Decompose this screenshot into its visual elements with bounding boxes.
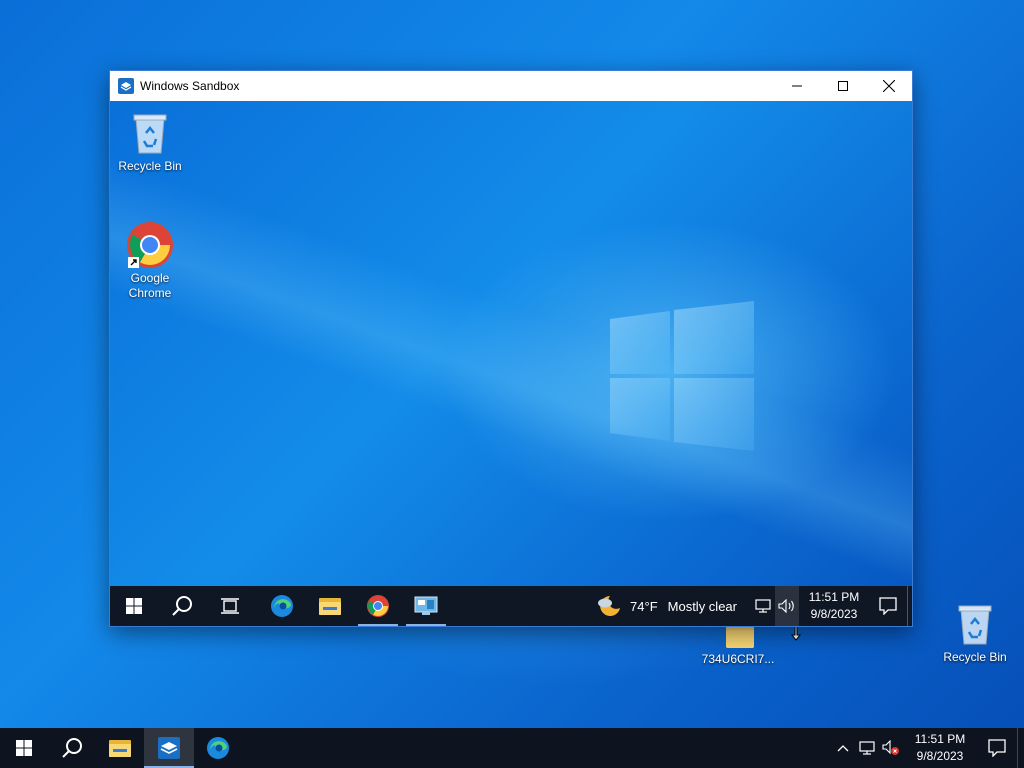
host-notifications-button[interactable] [977,728,1017,768]
file-explorer-taskbar-button[interactable] [306,586,354,626]
windows-start-icon [16,740,32,756]
host-show-desktop-button[interactable] [1017,728,1024,768]
windows-wallpaper-logo [608,301,756,458]
moon-cloud-icon [598,596,621,616]
desktop-icon-label: Google Chrome [128,271,172,300]
maximize-icon [838,81,848,91]
network-icon [859,741,875,755]
host-volume-button[interactable] [879,728,903,768]
recycle-bin-icon [126,109,174,157]
network-icon [755,599,771,613]
host-edge-button[interactable] [194,728,242,768]
volume-icon [778,599,794,613]
title-bar[interactable]: Windows Sandbox [110,71,912,101]
minimize-button[interactable] [774,71,820,101]
task-view-icon [221,598,239,614]
recycle-bin-icon [951,600,999,648]
sandbox-app-icon [158,737,180,759]
host-start-button[interactable] [0,728,48,768]
chrome-taskbar-button[interactable] [354,586,402,626]
host-sandbox-button[interactable] [144,728,194,768]
sandbox-window[interactable]: Windows Sandbox Recycle Bin Google Chrom… [109,70,913,627]
sandbox-clock[interactable]: 11:51 PM 9/8/2023 [799,589,869,623]
desktop-icon-label: Recycle Bin [118,159,182,173]
chrome-icon [126,221,174,269]
notifications-button[interactable] [869,586,907,626]
folder-icon [319,598,341,615]
minimize-icon [792,85,802,87]
monitor-app-icon [414,596,438,615]
clock-time: 11:51 PM [808,590,860,604]
edge-icon [207,737,229,759]
weather-condition: Mostly clear [667,598,737,614]
desktop-icon-label: Recycle Bin [943,650,1007,664]
sandbox-app-icon [118,78,134,94]
folder-icon [109,740,131,757]
search-button[interactable] [158,586,206,626]
clock-time: 11:51 PM [914,732,966,746]
host-file-explorer-button[interactable] [96,728,144,768]
task-view-button[interactable] [206,586,254,626]
sandbox-chrome-shortcut[interactable]: Google Chrome [110,221,190,301]
search-icon [172,596,192,616]
weather-widget[interactable]: 74°F Mostly clear [596,594,737,618]
host-clock[interactable]: 11:51 PM 9/8/2023 [903,731,977,765]
volume-muted-icon [882,740,899,755]
sandbox-taskbar: 74°F Mostly clear 11:51 PM 9/8/2023 [110,586,912,626]
maximize-button[interactable] [820,71,866,101]
edge-icon [271,595,293,617]
desktop-icon-label: 734U6CRI7... [701,652,775,666]
chevron-up-icon [837,745,849,752]
network-tray-button[interactable] [751,586,775,626]
chrome-icon [367,595,389,617]
sandbox-recycle-bin[interactable]: Recycle Bin [110,109,190,174]
windows-start-icon [126,598,142,614]
start-button[interactable] [110,586,158,626]
host-network-button[interactable] [855,728,879,768]
volume-tray-button[interactable] [775,586,799,626]
close-icon [883,80,895,92]
notification-icon [988,739,1006,757]
sandbox-desktop: Recycle Bin Google Chrome [110,101,912,586]
edge-taskbar-button[interactable] [258,586,306,626]
close-button[interactable] [866,71,912,101]
clock-date: 9/8/2023 [810,607,858,621]
weather-temp: 74°F [630,598,658,614]
show-hidden-icons-button[interactable] [831,728,855,768]
window-title: Windows Sandbox [140,79,240,93]
host-recycle-bin[interactable]: Recycle Bin [935,600,1015,665]
search-icon [62,738,82,758]
clock-date: 9/8/2023 [916,749,964,763]
sandbox-taskbar-button[interactable] [402,586,450,626]
notification-icon [879,597,897,615]
host-taskbar: 11:51 PM 9/8/2023 [0,728,1024,768]
show-desktop-button[interactable] [907,586,912,626]
host-search-button[interactable] [48,728,96,768]
